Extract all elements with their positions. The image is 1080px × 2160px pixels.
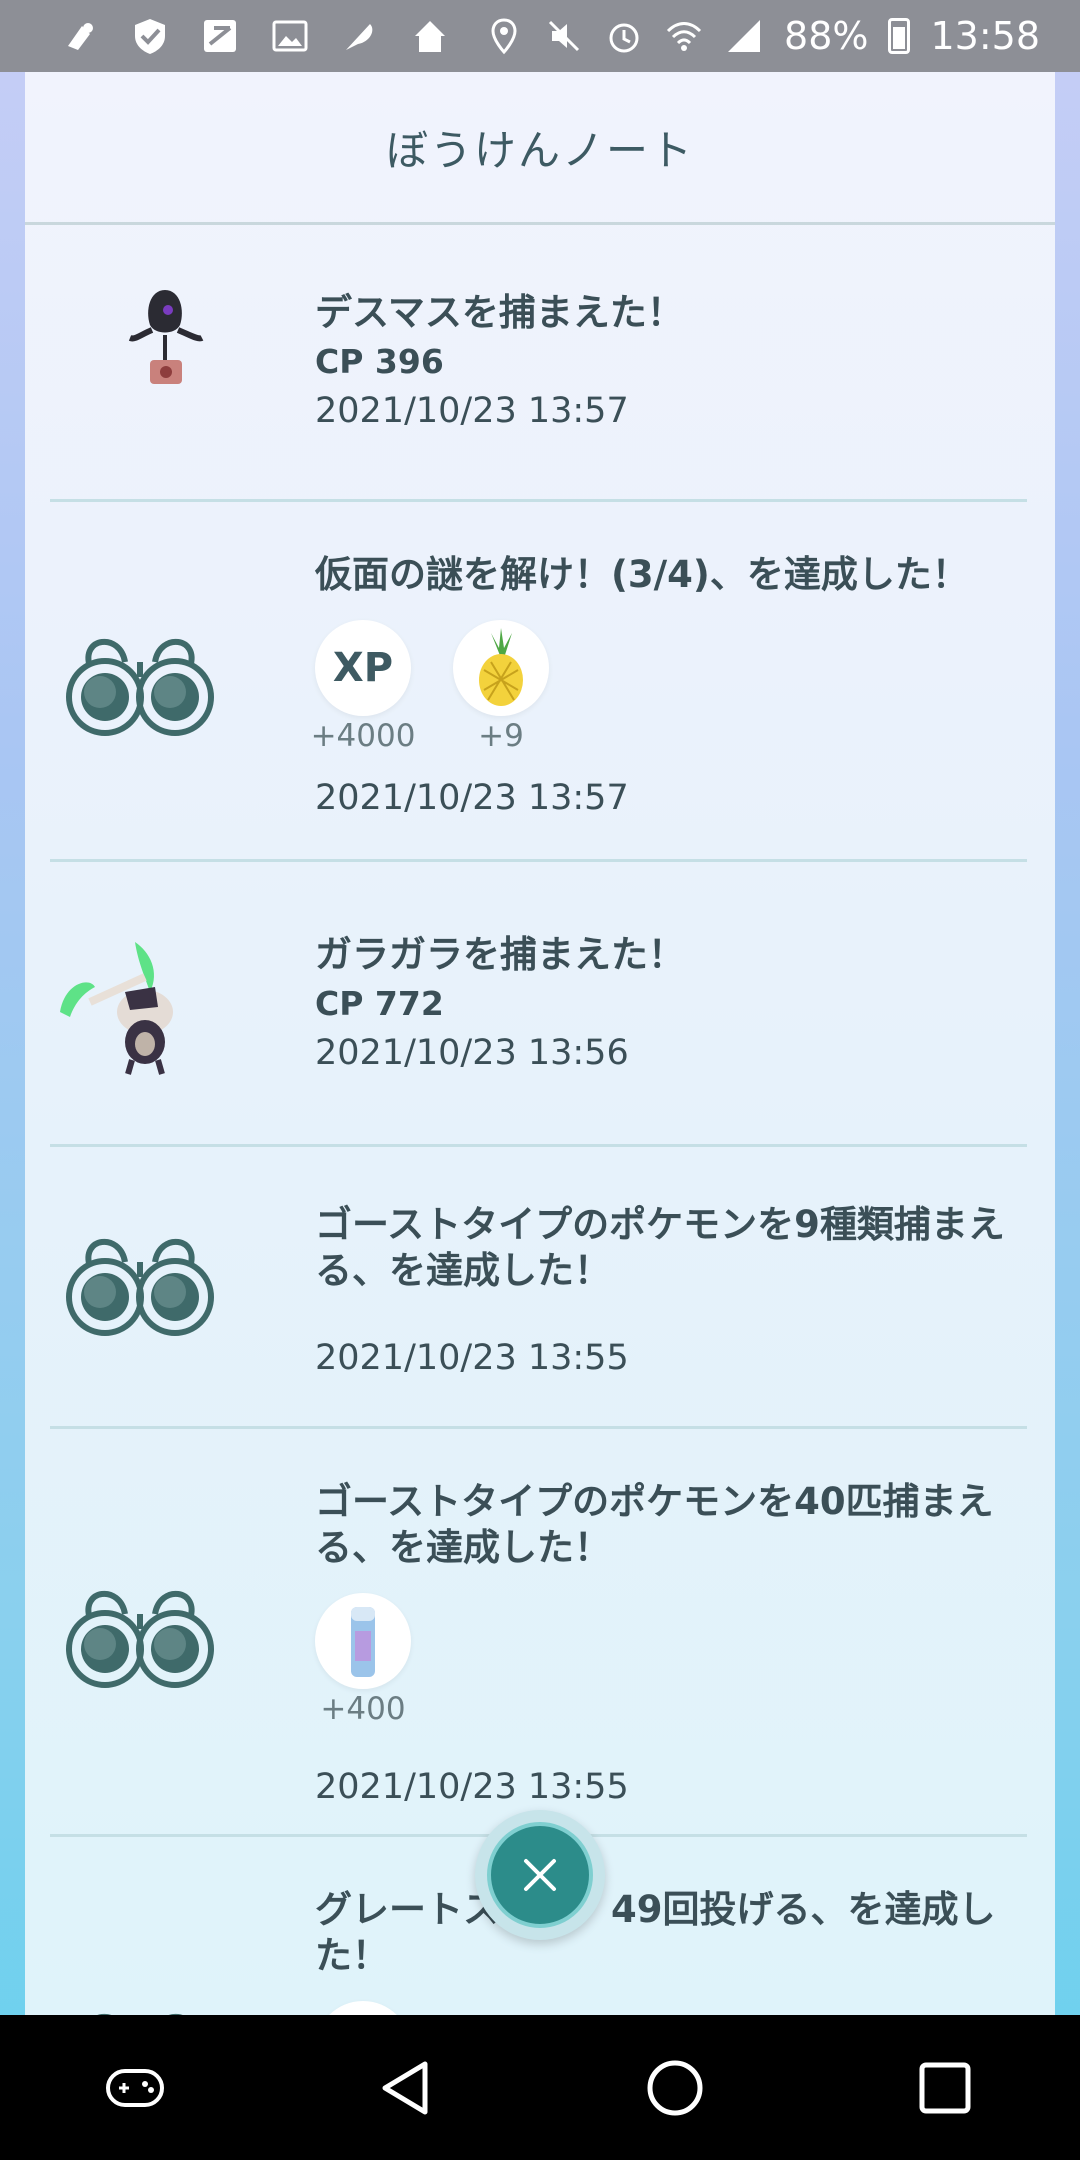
reward-list: XP +4000 +9 bbox=[311, 620, 1007, 754]
notification-icons bbox=[60, 16, 450, 56]
entry-title: 仮面の謎を解け！(3/4)、を達成した！ bbox=[315, 553, 969, 596]
journal-entry[interactable]: デスマスを捕まえた！ CP 396 2021/10/23 13:57 bbox=[50, 225, 1027, 502]
reward-item: +400 bbox=[315, 1593, 411, 1727]
close-button[interactable] bbox=[475, 1810, 605, 1940]
reward-amount: +400 bbox=[320, 1691, 406, 1727]
marowak-sprite bbox=[50, 932, 210, 1082]
journal-entry[interactable]: ゴーストタイプのポケモンを40匹捕まえる、を達成した！ +400 2021/10… bbox=[50, 1429, 1027, 1837]
journal-entry[interactable]: ゴーストタイプのポケモンを9種類捕まえる、を達成した！ 2021/10/23 1… bbox=[50, 1147, 1027, 1429]
status-bar: 88% 13:58 bbox=[0, 0, 1080, 72]
journal-panel: ぼうけんノート デスマスを捕まえた！ CP 396 2021/10/23 13:… bbox=[25, 72, 1055, 2015]
entry-date: 2021/10/23 13:55 bbox=[315, 1767, 629, 1807]
great-ball-icon bbox=[315, 2001, 411, 2015]
battery-icon bbox=[888, 18, 911, 54]
binoculars-icon bbox=[60, 1977, 220, 2015]
back-icon[interactable] bbox=[360, 2043, 450, 2133]
pinap-berry-icon bbox=[453, 620, 549, 716]
entry-title: デスマスを捕まえた！ bbox=[315, 291, 684, 334]
entry-title: ガラガラを捕まえた！ bbox=[315, 933, 685, 976]
location-icon bbox=[484, 16, 524, 56]
yamask-sprite bbox=[110, 280, 220, 430]
wifi-icon bbox=[664, 16, 704, 56]
recent-apps-icon[interactable] bbox=[900, 2043, 990, 2133]
entry-date: 2021/10/23 13:56 bbox=[315, 1033, 629, 1073]
reward-item bbox=[315, 2001, 411, 2015]
journal-entry[interactable]: ガラガラを捕まえた！ CP 772 2021/10/23 13:56 bbox=[50, 862, 1027, 1147]
feather-icon bbox=[340, 16, 380, 56]
clock-time: 13:58 bbox=[930, 14, 1040, 58]
reward-amount: +9 bbox=[478, 718, 524, 754]
app-icon bbox=[200, 16, 240, 56]
system-indicators: 88% 13:58 bbox=[484, 14, 1040, 58]
home-icon bbox=[410, 16, 450, 56]
reward-amount: +4000 bbox=[310, 718, 416, 754]
battery-percentage: 88% bbox=[784, 14, 869, 58]
entry-cp: CP 772 bbox=[315, 984, 444, 1023]
shield-check-icon bbox=[130, 16, 170, 56]
entry-cp: CP 396 bbox=[315, 342, 444, 381]
entry-title: ゴーストタイプのポケモンを40匹捕まえる、を達成した！ bbox=[315, 1480, 994, 1569]
navigation-bar bbox=[0, 2015, 1080, 2160]
entry-date: 2021/10/23 13:55 bbox=[315, 1338, 629, 1378]
close-icon bbox=[487, 1822, 593, 1928]
mute-icon bbox=[544, 16, 584, 56]
gallery-icon bbox=[270, 16, 310, 56]
journal-entry[interactable]: 仮面の謎を解け！(3/4)、を達成した！ XP +4000 +9 2021/10… bbox=[50, 502, 1027, 862]
home-button-icon[interactable] bbox=[630, 2043, 720, 2133]
reward-item: +9 bbox=[453, 620, 549, 754]
signal-icon bbox=[724, 16, 764, 56]
game-tools-icon[interactable] bbox=[90, 2043, 180, 2133]
pokemon-go-plus-icon bbox=[60, 16, 100, 56]
reward-list bbox=[315, 2001, 1007, 2015]
binoculars-icon bbox=[60, 602, 220, 762]
page-title: ぼうけんノート bbox=[25, 72, 1055, 225]
entry-title: グレートス 49回投げる、を達成した！ bbox=[315, 1888, 996, 1977]
binoculars-icon bbox=[60, 1202, 220, 1362]
reward-list: +400 bbox=[315, 1593, 1007, 1727]
alarm-icon bbox=[604, 16, 644, 56]
entry-date: 2021/10/23 13:57 bbox=[315, 778, 629, 818]
entry-date: 2021/10/23 13:57 bbox=[315, 391, 629, 431]
entry-title: ゴーストタイプのポケモンを9種類捕まえる、を達成した！ bbox=[315, 1203, 1005, 1292]
stardust-icon bbox=[315, 1593, 411, 1689]
reward-item: XP +4000 bbox=[311, 620, 415, 754]
xp-icon: XP bbox=[315, 620, 411, 716]
binoculars-icon bbox=[60, 1554, 220, 1714]
